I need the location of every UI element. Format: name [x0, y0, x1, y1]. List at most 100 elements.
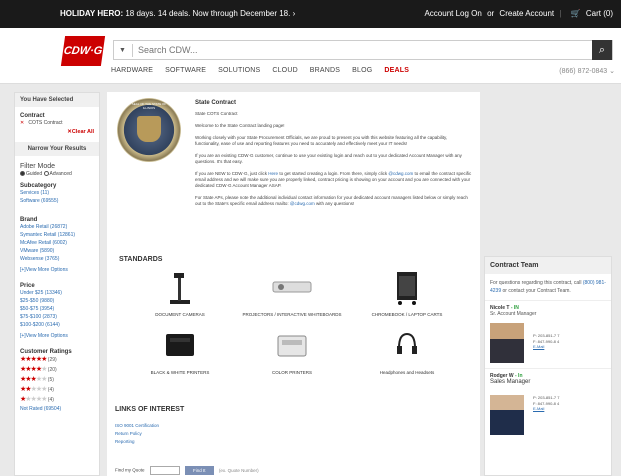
contact-card: Rodger W - In Sales Manager P: 203-851-7…: [485, 368, 611, 444]
nav-brands[interactable]: BRANDS: [310, 67, 340, 74]
filter-options: Filter Mode Guided Advanced Subcategory …: [15, 156, 99, 416]
view-more-brands[interactable]: [+]View More Options: [20, 266, 94, 274]
product-document-cameras[interactable]: DOCUMENT CAMERAS: [125, 270, 235, 317]
ratings-list: ★★★★★ (29) ★★★★★ (20) ★★★★★ (5) ★★★★★ (4) ★★…: [20, 355, 94, 405]
price-option[interactable]: Under $25 (13346): [20, 289, 94, 297]
contact-email-link[interactable]: E-Mail: [533, 406, 559, 412]
cdwg-logo[interactable]: CDW·G: [60, 36, 106, 66]
quote-input[interactable]: [149, 466, 180, 475]
contact-role: Sr. Account Manager: [490, 311, 537, 317]
subcategory-software[interactable]: Software (69555): [20, 197, 94, 205]
product-bw-printers[interactable]: BLACK & WHITE PRINTERS: [125, 328, 235, 375]
rating-count: (5): [46, 377, 54, 383]
narrow-results-heading: Narrow Your Results: [15, 142, 99, 156]
reporting-link[interactable]: Reporting: [115, 438, 159, 446]
rating-option[interactable]: ★★★★★ (29): [20, 355, 94, 365]
product-label: Headphones and Headsets: [379, 370, 435, 375]
advanced-radio[interactable]: [43, 171, 49, 177]
site-header: CDW·G ▼ ⌕ HARDWARE SOFTWARE SOLUTIONS CL…: [0, 28, 621, 84]
filter-mode-radios: Guided Advanced: [20, 170, 94, 178]
chevron-down-icon[interactable]: ▼: [119, 47, 126, 54]
view-more-prices[interactable]: [+]View More Options: [20, 332, 94, 340]
return-policy-link[interactable]: Return Policy: [115, 430, 159, 438]
search-divider: [132, 44, 133, 57]
filter-mode-label: Filter Mode: [20, 163, 56, 170]
product-color-printers[interactable]: COLOR PRINTERS: [237, 328, 347, 375]
rating-option[interactable]: ★★★★★ (4): [20, 395, 94, 405]
contact-card: Nicole T - IN Sr. Account Manager P: 203…: [485, 300, 611, 368]
selected-filters: Contract ✕ COTS Contract ✕Clear All: [15, 107, 99, 138]
search-icon[interactable]: ⌕: [592, 40, 612, 60]
intro-para-2: If you are an existing CDW·G customer, c…: [195, 153, 462, 164]
rating-count: (4): [46, 387, 54, 393]
rating-count: (20): [46, 367, 57, 373]
selected-filter[interactable]: ✕ COTS Contract: [20, 119, 94, 127]
not-rated-option[interactable]: Not Rated (69504): [20, 405, 94, 413]
projector-icon: [272, 281, 312, 293]
nav-cloud[interactable]: CLOUD: [272, 67, 298, 74]
brand-option[interactable]: Symantec Retail (12861): [20, 231, 94, 239]
cart-link[interactable]: Cart (0): [586, 9, 613, 18]
standards-title: STANDARDS: [119, 256, 163, 263]
seal-eagle: [137, 116, 161, 142]
product-label: DOCUMENT CAMERAS: [155, 312, 205, 317]
nav-blog[interactable]: BLOG: [352, 67, 372, 74]
search-bar: ▼ ⌕: [113, 40, 613, 60]
contact-photo: [490, 323, 524, 363]
remove-icon[interactable]: ✕: [20, 120, 24, 126]
nav-deals[interactable]: DEALS: [384, 67, 409, 74]
price-option[interactable]: $25-$50 (9880): [20, 297, 94, 305]
filter-sidebar: You Have Selected Contract ✕ COTS Contra…: [14, 92, 100, 476]
rating-option[interactable]: ★★★★★ (5): [20, 375, 94, 385]
product-projectors[interactable]: PROJECTORS / INTERACTIVE WHITEBOARDS: [237, 270, 347, 317]
holiday-promo[interactable]: HOLIDAY HERO: 18 days. 14 deals. Now thr…: [60, 9, 295, 18]
you-have-selected-heading: You Have Selected: [15, 93, 99, 107]
promo-title: HOLIDAY HERO:: [60, 9, 124, 18]
nav-software[interactable]: SOFTWARE: [165, 67, 206, 74]
intro-para-4: For State APs, please note the additiona…: [195, 195, 468, 206]
star-rating-icon: ★★★★★: [20, 356, 47, 363]
email-link[interactable]: @cdwg.com: [290, 201, 315, 206]
rating-option[interactable]: ★★★★★ (20): [20, 365, 94, 375]
brand-option[interactable]: VMware (5890): [20, 247, 94, 255]
create-account-link[interactable]: Create Account: [499, 9, 554, 18]
bw-printer-icon: [166, 334, 194, 356]
star-rating-icon: ★★★★★: [20, 366, 47, 373]
phone-number[interactable]: (866) 872-0843 ⌄: [559, 67, 615, 75]
guided-radio[interactable]: [20, 171, 25, 177]
nav-solutions[interactable]: SOLUTIONS: [218, 67, 260, 74]
find-it-button[interactable]: Find It: [185, 466, 214, 475]
contact-email-link[interactable]: E-Mail: [533, 344, 559, 350]
cart-icon[interactable]: 🛒: [571, 9, 581, 18]
price-option[interactable]: $75-$100 (2873): [20, 313, 94, 321]
advanced-label: Advanced: [49, 171, 72, 177]
page-title: State Contract: [195, 100, 237, 106]
account-log-on-link[interactable]: Account Log On: [424, 9, 481, 18]
search-input[interactable]: [138, 43, 578, 57]
intro-para-3: If you are NEW to CDW·G, just click Here…: [195, 171, 472, 188]
main-nav: HARDWARE SOFTWARE SOLUTIONS CLOUD BRANDS…: [111, 67, 419, 74]
rating-option[interactable]: ★★★★★ (4): [20, 385, 94, 395]
links-of-interest-title: LINKS OF INTEREST: [115, 406, 185, 413]
promo-text: 18 days. 14 deals. Now through December …: [125, 9, 291, 18]
rating-count: (4): [46, 397, 54, 403]
brand-option[interactable]: McAfee Retail (6002): [20, 239, 94, 247]
price-option[interactable]: $100-$200 (6144): [20, 321, 94, 329]
star-rating-icon: ★★★★★: [20, 386, 47, 393]
iso-link[interactable]: ISO 9001 Certification: [115, 422, 159, 430]
here-link[interactable]: Here: [268, 171, 278, 176]
contract-team-intro: For questions regarding this contract, c…: [490, 280, 606, 294]
brand-option[interactable]: Adobe Retail (26872): [20, 223, 94, 231]
product-headsets[interactable]: Headphones and Headsets: [352, 328, 462, 375]
clear-all-link[interactable]: ✕Clear All: [20, 129, 94, 135]
brand-option[interactable]: Websense (3765): [20, 255, 94, 263]
nav-hardware[interactable]: HARDWARE: [111, 67, 153, 74]
product-chromebook-carts[interactable]: CHROMEBOOK / LAPTOP CARTS: [352, 270, 462, 317]
headset-icon: [397, 332, 417, 354]
email-link[interactable]: @cdwg.com: [388, 171, 413, 176]
subcategory-services[interactable]: Services (11): [20, 189, 94, 197]
price-option[interactable]: $50-$75 (3954): [20, 305, 94, 313]
contact-role: Sales Manager: [490, 379, 531, 385]
links-list: ISO 9001 Certification Return Policy Rep…: [115, 422, 159, 446]
main-content: SEAL OF THE STATE OF ILLINOIS State Cont…: [107, 92, 480, 476]
